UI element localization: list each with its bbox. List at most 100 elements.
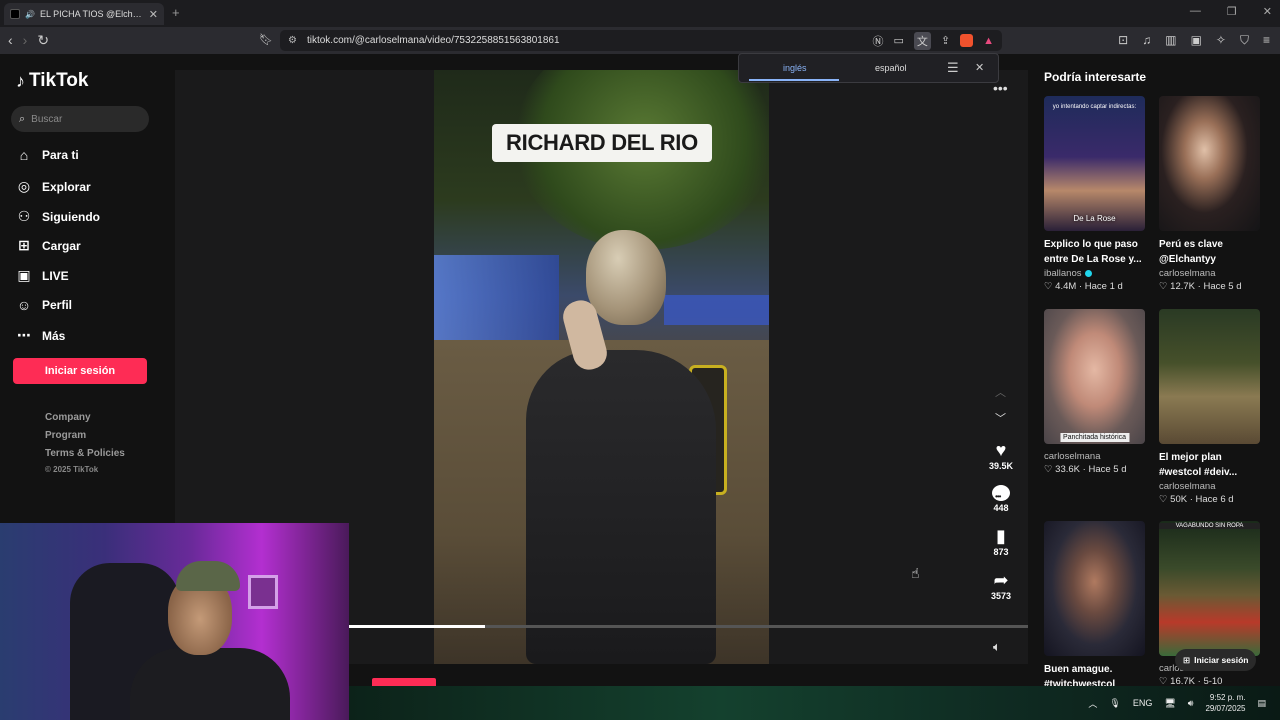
close-tab-icon[interactable]: ✕ [149, 8, 158, 21]
rec-author: carloselmana [1159, 268, 1216, 279]
site-info-icon[interactable]: ⚙︎ [288, 35, 297, 46]
rec-author-row[interactable]: carloselmana [1159, 481, 1260, 492]
tab-title: EL PICHA TIOS @Elchantyy | [39, 9, 144, 19]
rec-thumbnail[interactable]: yo intentando captar indirectas: De La R… [1044, 96, 1145, 231]
minimize-icon[interactable]: — [1190, 5, 1201, 18]
video-progress-fill [349, 625, 485, 628]
webcam-overlay [0, 523, 349, 720]
nav-label: Siguiendo [42, 209, 100, 224]
rec-meta: ♡ 12.7K · Hace 5 d [1159, 281, 1242, 292]
notification-icon[interactable]: ▤ [1257, 698, 1266, 709]
video-player[interactable]: RICHARD DEL RIO [434, 70, 769, 664]
music-icon[interactable]: ♫ [1142, 33, 1151, 48]
translate-close-icon[interactable]: ✕ [975, 61, 984, 74]
close-window-icon[interactable]: ✕ [1263, 5, 1272, 18]
footer-program-link[interactable]: Program [45, 430, 86, 441]
tray-expand-icon[interactable]: ︿ [1088, 697, 1097, 710]
rec-thumbnail[interactable] [1044, 521, 1145, 656]
person-body [526, 350, 716, 664]
translate-icon[interactable]: 文 [913, 31, 931, 50]
rec-likes: 33.6K [1055, 464, 1080, 475]
rec-author-row[interactable]: iballanos [1044, 268, 1145, 279]
rec-title[interactable]: Explico lo que paso entre De La Rose y..… [1044, 237, 1145, 267]
volume-icon[interactable]: 🔈︎ [993, 639, 1001, 655]
search-input[interactable] [31, 113, 132, 125]
cast-icon[interactable]: ▭ [893, 34, 903, 47]
previous-video-icon[interactable]: ︿ [995, 384, 1006, 400]
clock[interactable]: 9:52 p. m. 29/07/2025 [1205, 692, 1245, 714]
nav-item-perfil[interactable]: ☺ Perfil [16, 297, 72, 313]
nav-item-live[interactable]: ▣ LIVE [16, 267, 69, 284]
nav-label: LIVE [42, 268, 69, 283]
rec-author-row[interactable]: carloselmana [1044, 451, 1145, 462]
login-pill-button[interactable]: ⊞ Iniciar sesión [1175, 649, 1257, 671]
leo-ai-icon[interactable]: ✧ [1216, 33, 1226, 48]
rec-card[interactable]: Panchitada histórica carloselmana ♡ 33.6… [1044, 309, 1145, 475]
rec-author: carloselmana [1159, 481, 1216, 492]
rec-title[interactable]: Perú es clave @Elchantyy [1159, 237, 1260, 267]
video-person [526, 230, 726, 664]
upload-icon: ⊞ [18, 237, 30, 253]
bookmark-icon[interactable]: 🔖︎ [259, 33, 273, 46]
reload-icon[interactable]: ↻ [37, 32, 49, 49]
nav-item-explorar[interactable]: ◎ Explorar [16, 178, 91, 195]
footer-terms-link[interactable]: Terms & Policies [45, 448, 125, 459]
video-progress-bar[interactable] [349, 625, 1028, 628]
nav-item-mas[interactable]: ⋯ Más [16, 327, 65, 344]
new-tab-icon[interactable]: + [172, 5, 180, 20]
next-video-icon[interactable]: ﹀ [995, 410, 1006, 426]
search-icon[interactable]: ⌕ [19, 113, 25, 126]
vpn-icon[interactable]: ⛉ [1240, 33, 1249, 48]
restore-icon[interactable]: ❐ [1227, 5, 1237, 18]
login-button[interactable]: Iniciar sesión [13, 358, 147, 384]
browser-tab-active[interactable]: 🔊 EL PICHA TIOS @Elchantyy | ✕ [4, 3, 164, 25]
nav-item-cargar[interactable]: ⊞ Cargar [16, 237, 81, 254]
volume-tray-icon[interactable]: 🔊︎ [1188, 698, 1194, 709]
brave-shield-icon[interactable] [960, 34, 974, 47]
save-button[interactable]: ▮ 873 [982, 525, 1020, 557]
rec-thumbnail[interactable]: Panchitada histórica [1044, 309, 1145, 444]
input-language[interactable]: ENG [1133, 698, 1153, 708]
menu-icon[interactable]: ≡ [1263, 33, 1270, 48]
rec-thumbnail[interactable]: VAGABUNDO SIN ROPA [1159, 521, 1260, 656]
nav-item-para-ti[interactable]: ⌂ Para ti [16, 147, 79, 163]
wallet-icon[interactable]: ⊡ [1118, 33, 1128, 48]
like-button[interactable]: ♥ 39.5K [982, 439, 1020, 471]
rec-card[interactable]: El mejor plan #westcol #deiv... carlosel… [1159, 309, 1260, 505]
translate-target-tab[interactable]: español [875, 63, 907, 73]
rec-card[interactable]: yo intentando captar indirectas: De La R… [1044, 96, 1145, 292]
sidebar-toggle-icon[interactable]: ▥ [1165, 33, 1176, 48]
rec-card[interactable]: Perú es clave @Elchantyy carloselmana ♡ … [1159, 96, 1260, 292]
url-text: tiktok.com/@carloselmana/video/753225885… [306, 35, 560, 46]
microphone-icon[interactable]: 🎙︎ [1109, 698, 1120, 709]
forward-icon[interactable]: › [23, 32, 28, 49]
share-arrow-icon: ➦ [993, 570, 1009, 590]
reader-off-icon[interactable]: Ⓝ [872, 33, 883, 49]
back-icon[interactable]: ‹ [8, 32, 13, 49]
wallet2-icon[interactable]: ▣ [1191, 33, 1202, 48]
like-count: 39.5K [988, 461, 1014, 471]
rec-meta: ♡ 4.4M · Hace 1 d [1044, 281, 1123, 292]
rec-title[interactable]: El mejor plan #westcol #deiv... [1159, 450, 1260, 480]
network-icon[interactable]: 🖥︎ [1164, 698, 1175, 709]
share-button[interactable]: ➦ 3573 [982, 569, 1020, 601]
recommendations-title: Podría interesarte [1044, 70, 1147, 84]
brave-rewards-icon[interactable]: ▲ [983, 35, 994, 47]
comment-button[interactable]: 448 [982, 481, 1020, 513]
tiktok-logo[interactable]: ♪ TikTok [16, 70, 88, 92]
nav-item-siguiendo[interactable]: ⚇ Siguiendo [16, 208, 100, 225]
url-actions: Ⓝ ▭ 文 ⇪ ▲ [872, 30, 1002, 51]
rec-card[interactable]: Buen amague. #twitchwestcol [1044, 521, 1145, 692]
address-bar[interactable]: ⚙︎ tiktok.com/@carloselmana/video/753225… [280, 30, 1002, 51]
rec-thumbnail[interactable] [1159, 96, 1260, 231]
rec-thumbnail[interactable] [1159, 309, 1260, 444]
browser-tabbar: 🔊 EL PICHA TIOS @Elchantyy | ✕ + — ❐ ✕ [0, 0, 1280, 27]
rec-age: Hace 5 d [1088, 464, 1127, 475]
clock-date: 29/07/2025 [1205, 704, 1246, 713]
translate-source-tab[interactable]: inglés [783, 63, 807, 73]
comment-icon [982, 481, 1020, 508]
footer-company-link[interactable]: Company [45, 412, 91, 423]
rec-author-row[interactable]: carloselmana [1159, 268, 1260, 279]
share-icon[interactable]: ⇪ [941, 34, 950, 47]
translate-menu-icon[interactable]: ☰ [947, 60, 959, 76]
